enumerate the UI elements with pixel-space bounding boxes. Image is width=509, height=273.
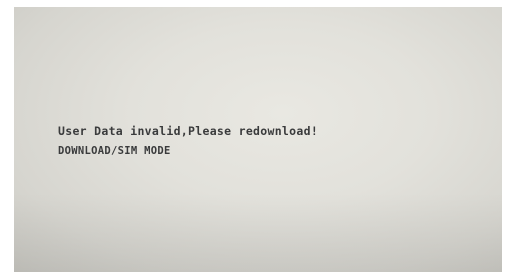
mode-label: DOWNLOAD/SIM MODE xyxy=(58,145,171,157)
photo-frame: User Data invalid,Please redownload! DOW… xyxy=(0,0,509,273)
screen-vignette xyxy=(14,7,502,272)
error-message: User Data invalid,Please redownload! xyxy=(58,124,319,138)
device-screen: User Data invalid,Please redownload! DOW… xyxy=(14,7,502,272)
